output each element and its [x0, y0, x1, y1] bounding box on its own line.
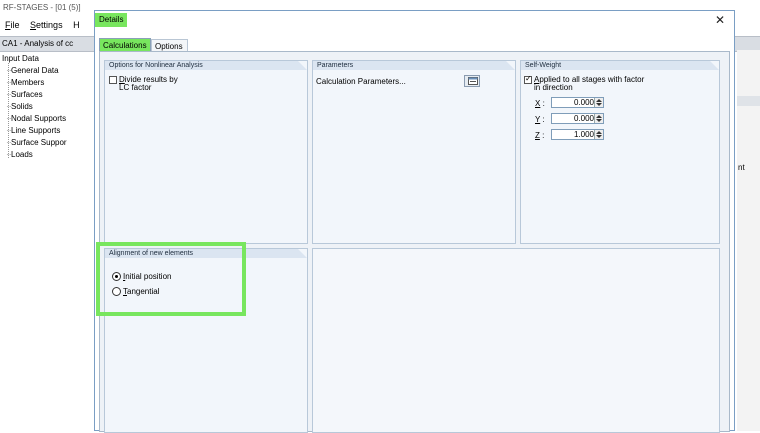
- alignment-header: Alignment of new elements: [105, 249, 307, 258]
- initial-position-radio[interactable]: [112, 272, 121, 281]
- y-label: Y :: [535, 115, 545, 124]
- divide-results-label-line2: LC factor: [119, 83, 152, 92]
- self-weight-panel: Self-Weight Applied to all stages with f…: [520, 60, 720, 244]
- background-right-pane: nt: [737, 50, 760, 431]
- applied-all-stages-checkbox[interactable]: [524, 74, 532, 84]
- y-factor-spinbox[interactable]: 0.000: [551, 113, 604, 124]
- case-label[interactable]: CA1 - Analysis of cc: [2, 39, 73, 48]
- app-title: RF-STAGES - [01 (5)]: [3, 3, 81, 12]
- initial-position-label: Initial position: [123, 272, 172, 281]
- menu-settings[interactable]: Settings: [30, 20, 63, 30]
- tree-item-line-supports[interactable]: ···Line Supports: [6, 126, 60, 135]
- nonlinear-header: Options for Nonlinear Analysis: [105, 61, 307, 70]
- dialog-title: Details: [95, 13, 128, 27]
- parameters-panel: Parameters Calculation Parameters...: [312, 60, 516, 244]
- tree-item-loads[interactable]: ···Loads: [6, 150, 33, 159]
- empty-panel: [312, 248, 720, 433]
- navigator-tree: Input Data ···General Data ···Members ··…: [0, 54, 94, 431]
- edit-dialog-icon: [468, 77, 478, 85]
- in-direction-label: in direction: [534, 83, 573, 92]
- z-spin-buttons[interactable]: [594, 130, 603, 139]
- z-factor-value: 1.000: [573, 130, 594, 139]
- tree-root[interactable]: Input Data: [2, 54, 39, 63]
- details-dialog: Details ✕ Calculations Options Options f…: [94, 10, 735, 433]
- x-label: X :: [535, 99, 545, 108]
- close-icon[interactable]: ✕: [715, 14, 725, 26]
- divide-results-checkbox[interactable]: [109, 76, 117, 84]
- tab-content: Options for Nonlinear Analysis Divide re…: [99, 51, 730, 433]
- tree-item-surface-supports[interactable]: ···Surface Suppor: [6, 138, 67, 147]
- calculation-parameters-label: Calculation Parameters...: [316, 77, 406, 86]
- parameters-header: Parameters: [313, 61, 515, 70]
- tangential-label: Tangential: [123, 287, 160, 296]
- tab-options[interactable]: Options: [151, 39, 188, 51]
- alignment-panel: Alignment of new elements Initial positi…: [104, 248, 308, 433]
- tangential-radio[interactable]: [112, 287, 121, 296]
- tree-item-nodal-supports[interactable]: ···Nodal Supports: [6, 114, 66, 123]
- z-label: Z :: [535, 131, 545, 140]
- menu-bar: File Settings H: [5, 20, 88, 30]
- tab-calculations[interactable]: Calculations: [99, 38, 151, 51]
- calculation-parameters-button[interactable]: [464, 75, 480, 87]
- x-factor-spinbox[interactable]: 0.000: [551, 97, 604, 108]
- background-text: nt: [738, 163, 745, 172]
- menu-help[interactable]: H: [73, 20, 80, 30]
- nonlinear-panel: Options for Nonlinear Analysis Divide re…: [104, 60, 308, 244]
- y-spin-buttons[interactable]: [594, 114, 603, 123]
- x-spin-buttons[interactable]: [594, 98, 603, 107]
- z-factor-spinbox[interactable]: 1.000: [551, 129, 604, 140]
- tree-item-general-data[interactable]: ···General Data: [6, 66, 59, 75]
- tree-item-solids[interactable]: ···Solids: [6, 102, 33, 111]
- tree-item-members[interactable]: ···Members: [6, 78, 44, 87]
- x-factor-value: 0.000: [573, 98, 594, 107]
- self-weight-header: Self-Weight: [521, 61, 719, 70]
- y-factor-value: 0.000: [573, 114, 594, 123]
- menu-file[interactable]: File: [5, 20, 20, 30]
- background-strip: [737, 96, 760, 106]
- tree-item-surfaces[interactable]: ···Surfaces: [6, 90, 43, 99]
